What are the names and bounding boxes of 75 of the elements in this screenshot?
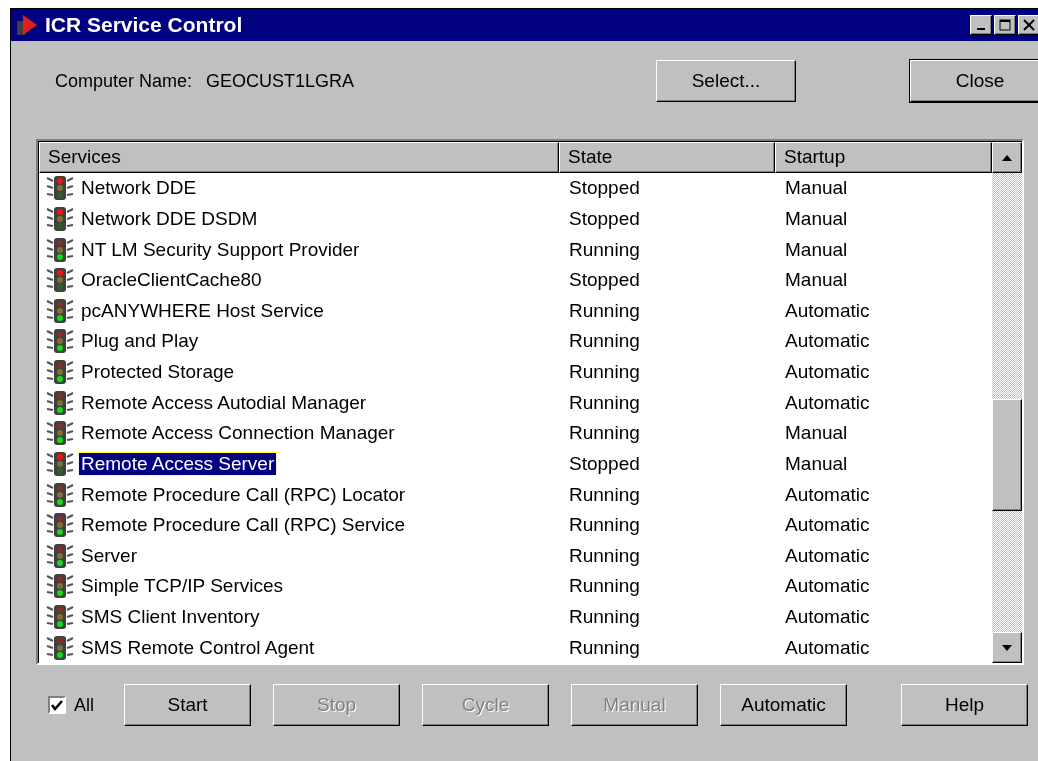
maximize-icon xyxy=(999,19,1011,31)
service-name[interactable]: Protected Storage xyxy=(79,361,237,383)
close-dialog-button[interactable]: Close xyxy=(910,60,1038,102)
startup-cell-text: Manual xyxy=(784,177,849,200)
startup-cell-text: Automatic xyxy=(784,544,871,567)
state-cell-text: Running xyxy=(568,361,641,383)
state-cell-text: Running xyxy=(568,391,641,414)
state-cell-text: Running xyxy=(568,514,641,537)
close-button[interactable] xyxy=(1018,15,1038,35)
scroll-down-button[interactable] xyxy=(992,632,1022,663)
startup-cell-text: Manual xyxy=(784,238,849,261)
computer-name-label: Computer Name: xyxy=(55,70,193,92)
state-cell-text: Stopped xyxy=(568,207,641,230)
startup-cell-text: Manual xyxy=(784,422,849,445)
app-icon xyxy=(15,13,39,37)
state-cell-text: Running xyxy=(568,422,641,445)
startup-cell-text: Automatic xyxy=(784,391,871,414)
state-cell-text: Running xyxy=(568,575,641,598)
minimize-button[interactable] xyxy=(970,15,992,35)
scrollbar[interactable] xyxy=(992,141,1022,663)
service-name[interactable]: Network DDE DSDM xyxy=(79,207,260,230)
startup-cell-text: Automatic xyxy=(784,606,871,628)
service-name[interactable]: Remote Procedure Call (RPC) Locator xyxy=(79,483,408,506)
startup-cell-text: Automatic xyxy=(784,575,871,598)
startup-cell-text: Automatic xyxy=(784,361,871,383)
all-label: All xyxy=(74,694,94,716)
service-name[interactable]: Remote Access Connection Manager xyxy=(79,422,397,445)
service-name[interactable]: Plug and Play xyxy=(79,330,201,353)
service-name[interactable]: Remote Access Autodial Manager xyxy=(79,391,369,414)
state-cell-text: Running xyxy=(568,483,641,506)
state-cell-text: Running xyxy=(568,606,641,628)
startup-cell-text: Automatic xyxy=(784,299,871,322)
state-cell-text: Stopped xyxy=(568,269,641,292)
checkmark-icon xyxy=(51,699,63,711)
window-title: ICR Service Control xyxy=(45,13,244,37)
action-button[interactable]: Start xyxy=(124,684,251,726)
all-checkbox[interactable] xyxy=(48,696,66,714)
action-button[interactable]: Help xyxy=(901,684,1028,726)
state-cell-text: Running xyxy=(568,636,641,659)
state-cell-text: Running xyxy=(568,238,641,261)
service-name[interactable]: Remote Procedure Call (RPC) Service xyxy=(79,514,408,537)
service-name[interactable]: pcANYWHERE Host Service xyxy=(79,299,326,322)
startup-cell-text: Automatic xyxy=(784,514,871,537)
service-name[interactable]: SMS Client Inventory xyxy=(79,606,262,628)
service-name[interactable]: Remote Access Server xyxy=(79,452,277,475)
close-icon xyxy=(1023,19,1035,31)
computer-name-value: GEOCUST1LGRA xyxy=(206,70,356,92)
scroll-thumb[interactable] xyxy=(992,399,1022,511)
column-header[interactable]: State xyxy=(559,142,775,173)
startup-cell-text: Automatic xyxy=(784,636,871,659)
maximize-button[interactable] xyxy=(994,15,1016,35)
up-arrow-icon xyxy=(1001,153,1013,162)
column-header[interactable]: Startup xyxy=(775,142,992,173)
minimize-icon xyxy=(977,28,985,30)
startup-cell-text: Automatic xyxy=(784,483,871,506)
service-name[interactable]: SMS Remote Control Agent xyxy=(79,636,317,659)
scroll-up-button[interactable] xyxy=(992,142,1022,173)
startup-cell-text: Manual xyxy=(784,269,849,292)
service-name[interactable]: Simple TCP/IP Services xyxy=(79,575,286,598)
down-arrow-icon xyxy=(1001,643,1013,652)
startup-cell-text: Manual xyxy=(784,207,849,230)
column-header[interactable]: Services xyxy=(39,142,559,173)
state-cell-text: Running xyxy=(568,330,641,353)
state-cell-text: Stopped xyxy=(568,452,641,475)
startup-cell-text: Manual xyxy=(784,452,849,475)
state-cell-text: Stopped xyxy=(568,177,641,200)
service-name[interactable]: Server xyxy=(79,544,139,567)
state-cell-text: Running xyxy=(568,544,641,567)
service-name[interactable]: Network DDE xyxy=(79,177,199,200)
action-button[interactable]: Automatic xyxy=(720,684,847,726)
startup-cell-text: Automatic xyxy=(784,330,871,353)
select-button[interactable]: Select... xyxy=(656,60,796,102)
state-cell-text: Running xyxy=(568,299,641,322)
service-name[interactable]: NT LM Security Support Provider xyxy=(79,238,362,261)
service-name[interactable]: OracleClientCache80 xyxy=(79,269,264,292)
